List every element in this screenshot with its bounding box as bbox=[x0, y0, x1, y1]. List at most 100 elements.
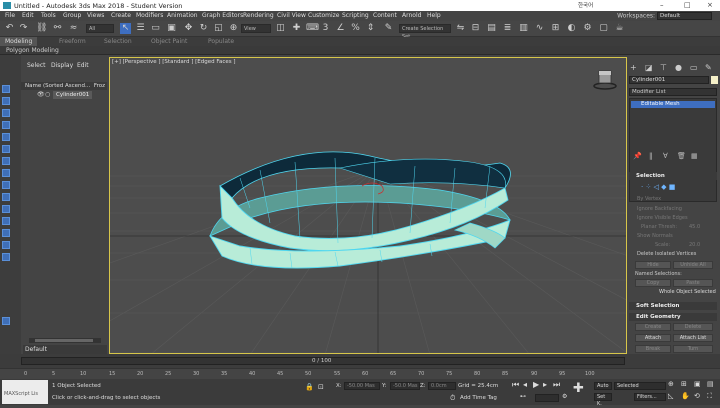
curve-editor-icon[interactable]: ∿ bbox=[534, 23, 545, 34]
track-bar[interactable]: 0 5 10 15 20 25 30 35 40 45 50 55 60 65 … bbox=[0, 368, 720, 379]
maximize-viewport-icon[interactable]: ⛶ bbox=[707, 392, 712, 401]
add-time-tag[interactable]: Add Time Tag bbox=[460, 395, 497, 401]
play-icon[interactable]: ▶ bbox=[533, 380, 539, 389]
filter-containers-icon[interactable] bbox=[2, 193, 10, 201]
explorer-tab-edit[interactable]: Edit bbox=[77, 62, 89, 69]
rendered-frame-icon[interactable]: ▢ bbox=[598, 23, 609, 34]
menu-views[interactable]: Views bbox=[87, 12, 104, 19]
break-button[interactable]: Break bbox=[635, 345, 671, 353]
menu-content[interactable]: Content bbox=[373, 12, 397, 19]
time-slider[interactable]: 0 / 100 bbox=[21, 357, 625, 365]
eye-icon[interactable]: 👁 bbox=[37, 91, 45, 98]
minimize-button[interactable]: – bbox=[660, 1, 664, 9]
spinner-snap-icon[interactable]: ⇕ bbox=[365, 23, 376, 34]
x-coordinate-field[interactable]: -50.00 Mas bbox=[344, 382, 380, 390]
object-name[interactable]: Cylinder001 bbox=[53, 91, 93, 99]
key-filters-button[interactable]: Filters... bbox=[634, 393, 666, 401]
attach-button[interactable]: Attach bbox=[635, 334, 671, 342]
viewcube-icon[interactable] bbox=[592, 65, 618, 93]
modify-tab-icon[interactable]: ◪ bbox=[645, 63, 653, 72]
zoom-icon[interactable]: ⊕ bbox=[668, 380, 674, 388]
menu-help[interactable]: Help bbox=[427, 12, 441, 19]
configure-modifier-icon[interactable]: ▦ bbox=[691, 152, 698, 160]
snaps-toggle-icon[interactable]: 3 bbox=[320, 23, 331, 34]
material-editor-icon[interactable]: ◐ bbox=[566, 23, 577, 34]
workspace-selector[interactable]: Workspaces: Default bbox=[617, 12, 712, 20]
key-mode-icon[interactable]: ⊷ bbox=[520, 393, 526, 400]
ignore-backfacing-checkbox[interactable]: Ignore Backfacing bbox=[637, 206, 682, 212]
show-normals-checkbox[interactable]: Show Normals bbox=[637, 233, 673, 239]
display-all-icon[interactable] bbox=[2, 229, 10, 237]
tab-freeform[interactable]: Freeform bbox=[59, 38, 86, 45]
create-button[interactable]: Create bbox=[635, 323, 671, 331]
region-select-icon[interactable]: ▭ bbox=[150, 23, 161, 34]
filter-groups-icon[interactable] bbox=[2, 157, 10, 165]
tab-object-paint[interactable]: Object Paint bbox=[151, 38, 187, 45]
ribbon-panel[interactable]: Polygon Modeling bbox=[0, 46, 720, 55]
filter-bones-icon[interactable] bbox=[2, 181, 10, 189]
tab-populate[interactable]: Populate bbox=[208, 38, 234, 45]
utilities-tab-icon[interactable]: ✎ bbox=[705, 63, 712, 72]
explorer-column-header[interactable]: Name (Sorted Ascend... Froz bbox=[21, 82, 107, 90]
lock-selection-icon[interactable]: 🔒 bbox=[305, 383, 314, 391]
menu-animation[interactable]: Animation bbox=[167, 12, 198, 19]
time-config-icon[interactable]: ⚙ bbox=[562, 393, 567, 400]
hierarchy-tab-icon[interactable]: ⊤ bbox=[660, 63, 667, 72]
next-frame-icon[interactable]: ▸ bbox=[543, 380, 547, 389]
menu-group[interactable]: Group bbox=[63, 12, 81, 19]
pivot-center-icon[interactable]: ◫ bbox=[275, 23, 286, 34]
place-icon[interactable]: ⊕ bbox=[228, 23, 239, 34]
menu-customize[interactable]: Customize bbox=[308, 12, 340, 19]
selection-set-dropdown[interactable]: Create Selection Set bbox=[399, 24, 451, 40]
undo-icon[interactable]: ↶ bbox=[4, 23, 15, 34]
explorer-tab-select[interactable]: Select bbox=[27, 62, 46, 69]
polygon-modeling-label[interactable]: Polygon Modeling bbox=[6, 47, 59, 54]
scale-icon[interactable]: ◱ bbox=[213, 23, 224, 34]
viewport-canvas[interactable] bbox=[110, 58, 627, 354]
zoom-extents-icon[interactable]: ▣ bbox=[694, 380, 701, 388]
list-item[interactable]: 👁 ○ Cylinder001 bbox=[21, 91, 107, 99]
previous-frame-icon[interactable]: ◂ bbox=[523, 380, 527, 389]
render-production-icon[interactable]: ☕ bbox=[614, 23, 625, 34]
filter-xrefs-icon[interactable] bbox=[2, 169, 10, 177]
menu-modifiers[interactable]: Modifiers bbox=[136, 12, 163, 19]
select-object-icon[interactable]: ↖ bbox=[120, 23, 131, 34]
go-to-start-icon[interactable]: ⏮ bbox=[512, 380, 519, 390]
unlink-icon[interactable]: ⚯ bbox=[52, 23, 63, 34]
find-icon[interactable] bbox=[2, 317, 10, 325]
auto-key-button[interactable]: Auto bbox=[594, 382, 612, 390]
rollout-soft-selection[interactable]: Soft Selection bbox=[629, 302, 717, 310]
unhide-all-button[interactable]: Unhide All bbox=[673, 261, 713, 269]
menu-civil-view[interactable]: Civil View bbox=[277, 12, 306, 19]
current-frame-field[interactable] bbox=[535, 394, 559, 402]
menu-arnold[interactable]: Arnold bbox=[402, 12, 421, 19]
key-filter-dropdown[interactable]: Selected bbox=[614, 382, 666, 390]
link-icon[interactable]: ⛓ bbox=[36, 23, 47, 34]
workspace-dropdown[interactable]: Default bbox=[657, 12, 712, 20]
filter-lights-icon[interactable] bbox=[2, 109, 10, 117]
delete-isolated-checkbox[interactable]: Delete Isolated Vertices bbox=[637, 251, 696, 257]
mirror-icon[interactable]: ⇋ bbox=[455, 23, 466, 34]
object-name-field[interactable]: Cylinder001 bbox=[629, 76, 709, 84]
column-name-label[interactable]: Name (Sorted Ascend... bbox=[25, 83, 90, 89]
set-key-icon[interactable]: ✚ bbox=[573, 381, 584, 396]
reference-coordinate-dropdown[interactable]: View bbox=[241, 24, 271, 33]
remove-modifier-icon[interactable]: 🗑 bbox=[677, 152, 686, 160]
menu-file[interactable]: File bbox=[5, 12, 15, 19]
menu-tools[interactable]: Tools bbox=[41, 12, 56, 19]
pin-stack-icon[interactable]: 📌 bbox=[633, 152, 642, 160]
toggle-layer-explorer-icon[interactable]: ≣ bbox=[502, 23, 513, 34]
show-end-result-icon[interactable]: ‖ bbox=[649, 152, 653, 160]
turn-button[interactable]: Turn bbox=[673, 345, 713, 353]
selection-filter-dropdown[interactable]: All bbox=[86, 24, 114, 33]
go-to-end-icon[interactable]: ⏭ bbox=[553, 380, 560, 390]
hide-button[interactable]: Hide bbox=[635, 261, 671, 269]
display-tab-icon[interactable]: ▭ bbox=[690, 63, 698, 72]
tab-selection[interactable]: Selection bbox=[104, 38, 132, 45]
motion-tab-icon[interactable]: ● bbox=[675, 63, 682, 72]
display-invert-icon[interactable] bbox=[2, 253, 10, 261]
viewport-label[interactable]: [+] [Perspective ] [Standard ] [Edged Fa… bbox=[112, 59, 236, 65]
angle-snap-icon[interactable]: ∠ bbox=[335, 23, 346, 34]
close-button[interactable]: × bbox=[707, 1, 713, 9]
filter-geometry-icon[interactable] bbox=[2, 85, 10, 93]
